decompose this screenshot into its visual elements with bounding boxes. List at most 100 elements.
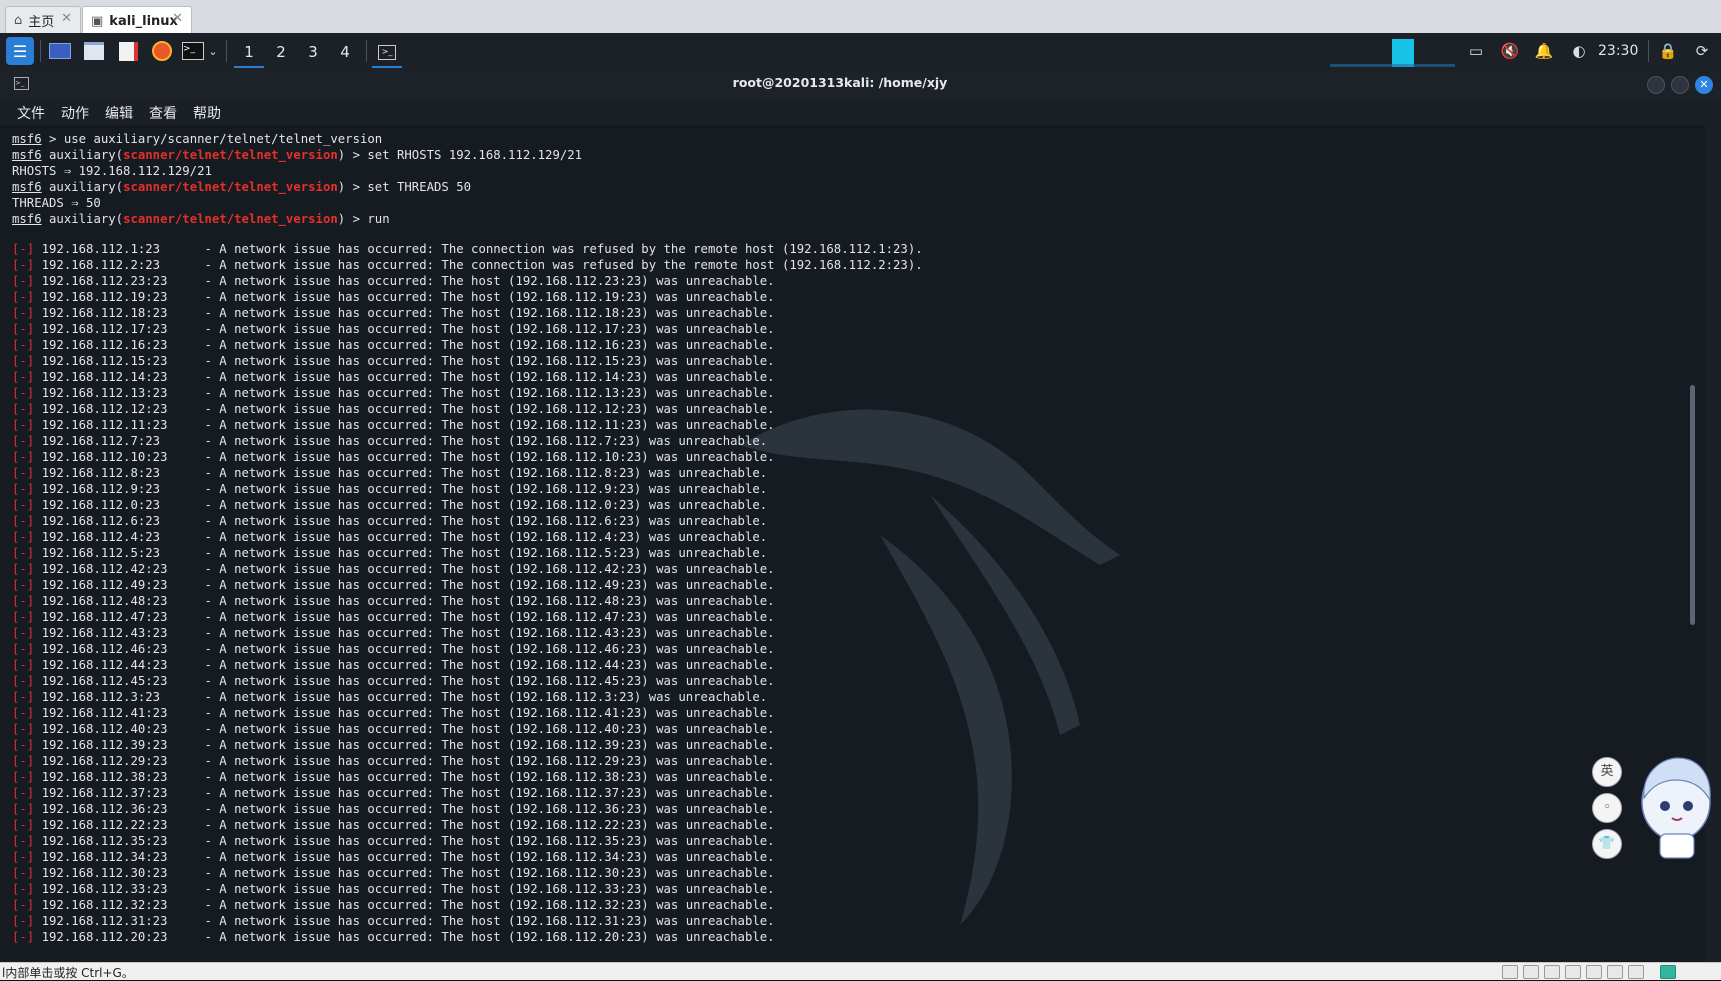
scan-result-line: [-] 192.168.112.33:23 - A network issue … <box>12 881 775 897</box>
result-host: 192.168.112.40:23 <box>41 722 168 736</box>
close-icon[interactable]: ✕ <box>172 11 183 26</box>
language-toggle-button[interactable]: 英 <box>1592 757 1622 787</box>
terminal-launcher-icon[interactable]: >_ <box>182 39 204 63</box>
display-icon[interactable] <box>1628 965 1644 979</box>
sound-icon[interactable] <box>1586 965 1602 979</box>
result-prefix: - A network issue has occurred: <box>204 738 442 752</box>
result-message: The host (192.168.112.23:23) was unreach… <box>441 274 775 288</box>
window-titlebar[interactable]: >_ root@20201313kali: /home/xjy ✕ <box>0 69 1721 99</box>
mascot-settings-button[interactable]: ◦ <box>1592 793 1622 823</box>
result-host: 192.168.112.47:23 <box>41 610 168 624</box>
kali-menu-icon[interactable]: ☰ <box>6 37 34 65</box>
desktop-icon[interactable] <box>48 39 72 63</box>
error-tag: [-] <box>12 530 35 544</box>
module-name: scanner/telnet/telnet_version <box>123 148 338 162</box>
menu-view[interactable]: 查看 <box>149 103 177 123</box>
result-prefix: - A network issue has occurred: <box>204 578 442 592</box>
vm-status-icon[interactable] <box>1660 965 1676 979</box>
error-tag: [-] <box>12 754 35 768</box>
result-message: The host (192.168.112.43:23) was unreach… <box>441 626 775 640</box>
host-tab-kali[interactable]: ▣ kali_linux ✕ <box>82 6 192 35</box>
close-button[interactable]: ✕ <box>1695 76 1713 94</box>
scan-result-line: [-] 192.168.112.2:23 - A network issue h… <box>12 257 923 273</box>
hdd-icon[interactable] <box>1502 965 1518 979</box>
result-prefix: - A network issue has occurred: <box>204 354 442 368</box>
firefox-icon[interactable] <box>150 39 174 63</box>
file-manager-icon[interactable] <box>82 39 106 63</box>
logout-icon[interactable]: ⟳ <box>1690 39 1714 63</box>
error-tag: [-] <box>12 850 35 864</box>
workspace-1[interactable]: 1 <box>234 39 264 68</box>
close-icon[interactable]: ✕ <box>61 11 72 26</box>
result-host: 192.168.112.49:23 <box>41 578 168 592</box>
scan-result-line: [-] 192.168.112.17:23 - A network issue … <box>12 321 775 337</box>
scan-result-line: [-] 192.168.112.19:23 - A network issue … <box>12 289 775 305</box>
result-host: 192.168.112.34:23 <box>41 850 168 864</box>
screen-icon[interactable]: ▭ <box>1464 39 1488 63</box>
maximize-button[interactable] <box>1671 76 1689 94</box>
result-prefix: - A network issue has occurred: <box>204 466 442 480</box>
mute-icon[interactable]: 🔇 <box>1498 39 1522 63</box>
result-message: The host (192.168.112.7:23) was unreacha… <box>441 434 768 448</box>
workspace-2[interactable]: 2 <box>266 39 296 66</box>
menu-help[interactable]: 帮助 <box>193 103 221 123</box>
cd-icon[interactable] <box>1523 965 1539 979</box>
scan-result-line: [-] 192.168.112.37:23 - A network issue … <box>12 785 775 801</box>
error-tag: [-] <box>12 258 35 272</box>
result-message: The host (192.168.112.13:23) was unreach… <box>441 386 775 400</box>
panel-separator <box>1648 40 1649 62</box>
minimize-button[interactable] <box>1647 76 1665 94</box>
power-manager-icon[interactable]: ◐ <box>1567 39 1591 63</box>
command-text: > use auxiliary/scanner/telnet/telnet_ve… <box>41 132 383 146</box>
mascot-outfit-button[interactable]: 👕 <box>1592 829 1622 859</box>
result-host: 192.168.112.11:23 <box>41 418 168 432</box>
error-tag: [-] <box>12 818 35 832</box>
host-status-bar: l内部单击或按 Ctrl+G。 <box>0 962 1721 980</box>
result-message: The host (192.168.112.11:23) was unreach… <box>441 418 775 432</box>
scan-result-line: [-] 192.168.112.41:23 - A network issue … <box>12 705 775 721</box>
result-prefix: - A network issue has occurred: <box>204 930 442 944</box>
scan-result-line: [-] 192.168.112.4:23 - A network issue h… <box>12 529 767 545</box>
scan-result-line: [-] 192.168.112.1:23 - A network issue h… <box>12 241 923 257</box>
bell-icon[interactable]: 🔔 <box>1532 39 1556 63</box>
result-message: The host (192.168.112.49:23) was unreach… <box>441 578 775 592</box>
network-icon[interactable] <box>1544 965 1560 979</box>
lock-icon[interactable]: 🔒 <box>1656 39 1680 63</box>
printer-icon[interactable] <box>1565 965 1581 979</box>
host-tab-home[interactable]: ⌂ 主页 ✕ <box>5 6 81 34</box>
workspace-3[interactable]: 3 <box>298 39 328 66</box>
panel-clock[interactable]: 23:30 <box>1598 40 1638 62</box>
terminal-output[interactable]: msf6 > use auxiliary/scanner/telnet/teln… <box>0 125 1705 962</box>
result-prefix: - A network issue has occurred: <box>204 450 442 464</box>
command-text: > set RHOSTS 192.168.112.129/21 <box>345 148 583 162</box>
result-message: The host (192.168.112.48:23) was unreach… <box>441 594 775 608</box>
scan-result-line: [-] 192.168.112.14:23 - A network issue … <box>12 369 775 385</box>
error-tag: [-] <box>12 498 35 512</box>
error-tag: [-] <box>12 514 35 528</box>
error-tag: [-] <box>12 466 35 480</box>
scan-result-line: [-] 192.168.112.20:23 - A network issue … <box>12 929 775 945</box>
terminal-scrollbar[interactable] <box>1690 385 1695 625</box>
usb-icon[interactable] <box>1607 965 1623 979</box>
result-message: The host (192.168.112.29:23) was unreach… <box>441 754 775 768</box>
result-prefix: - A network issue has occurred: <box>204 306 442 320</box>
menu-actions[interactable]: 动作 <box>61 103 89 123</box>
error-tag: [-] <box>12 930 35 944</box>
taskbar-terminal-window[interactable]: >_ <box>372 39 402 68</box>
result-host: 192.168.112.43:23 <box>41 626 168 640</box>
result-prefix: - A network issue has occurred: <box>204 290 442 304</box>
command-line: msf6 auxiliary(scanner/telnet/telnet_ver… <box>12 180 472 194</box>
result-prefix: - A network issue has occurred: <box>204 610 442 624</box>
chevron-down-icon[interactable]: ⌄ <box>206 39 220 63</box>
mascot-avatar[interactable] <box>1632 752 1718 862</box>
workspace-4[interactable]: 4 <box>330 39 360 66</box>
result-prefix: - A network issue has occurred: <box>204 674 442 688</box>
status-hint: l内部单击或按 Ctrl+G。 <box>2 966 134 980</box>
scan-result-line: [-] 192.168.112.13:23 - A network issue … <box>12 385 775 401</box>
result-host: 192.168.112.19:23 <box>41 290 168 304</box>
text-editor-icon[interactable] <box>116 39 140 63</box>
menu-edit[interactable]: 编辑 <box>105 103 133 123</box>
result-host: 192.168.112.31:23 <box>41 914 168 928</box>
menu-file[interactable]: 文件 <box>17 103 45 123</box>
prompt-label: msf6 <box>12 212 42 226</box>
